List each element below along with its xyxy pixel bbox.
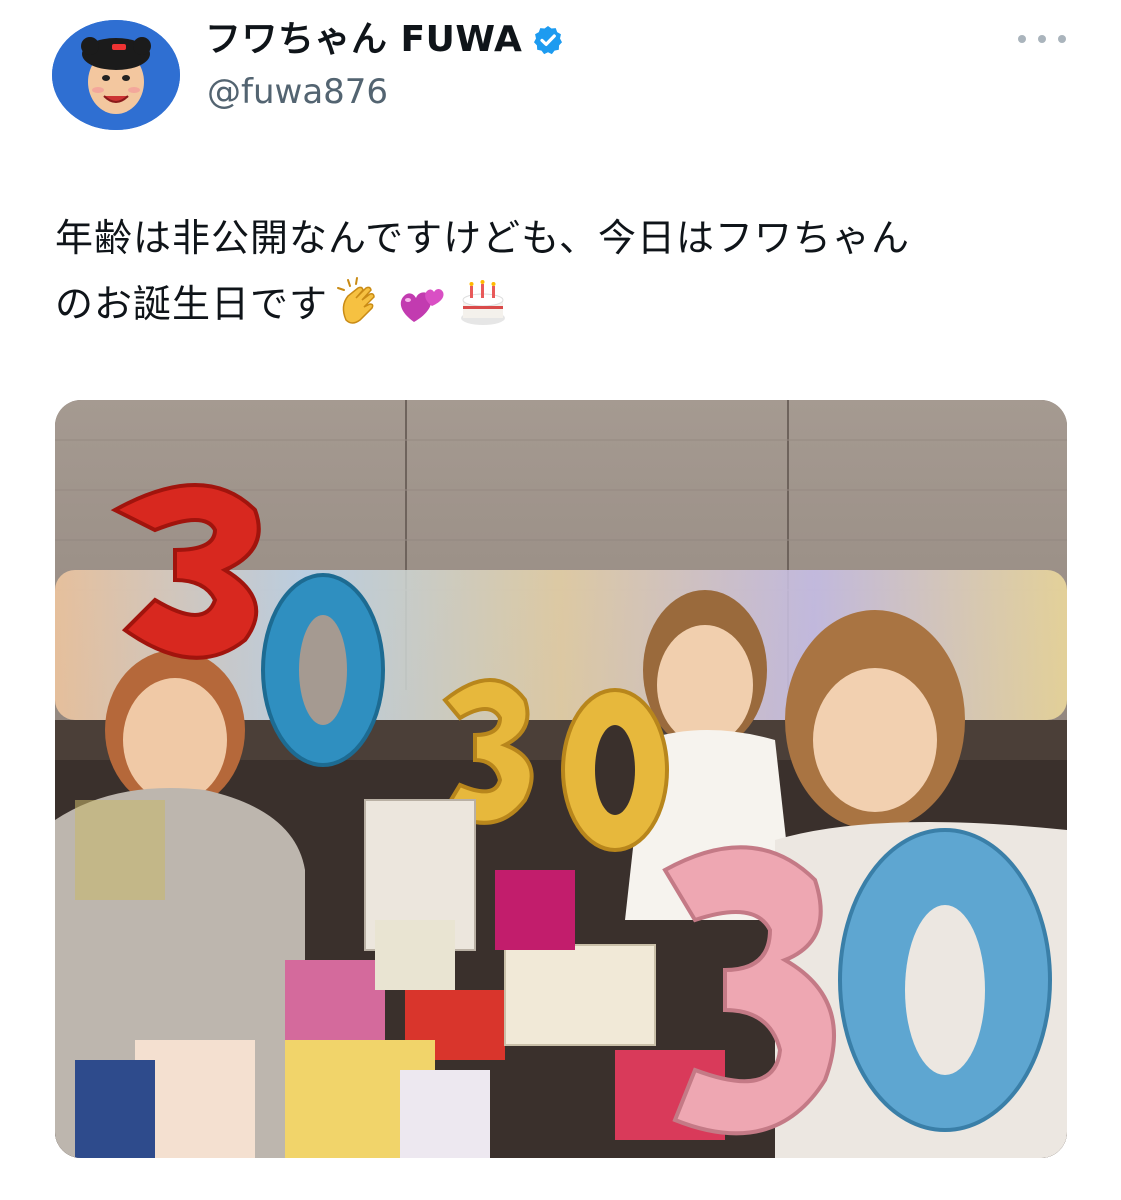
birthday-cake-icon: [456, 276, 510, 330]
more-dot: [1058, 35, 1066, 43]
tweet-text-line-2-text: のお誕生日です: [55, 282, 329, 326]
more-dot: [1038, 35, 1046, 43]
tweet-text: 年齢は非公開なんですけども、今日はフワちゃん のお誕生日です: [55, 205, 1075, 337]
author-name-row[interactable]: フワちゃん FUWA: [205, 18, 564, 62]
more-options-icon[interactable]: [1018, 24, 1066, 54]
tweet-card: フワちゃん FUWA @fuwa876 年齢は非公開なんですけども、今日はフワち…: [0, 0, 1121, 1200]
photo-illustration: [55, 400, 1067, 1158]
tweet-text-line-2: のお誕生日です: [55, 271, 1075, 337]
more-dot: [1018, 35, 1026, 43]
verified-badge-icon: [532, 24, 564, 56]
tweet-photo[interactable]: [55, 400, 1067, 1158]
clapping-hands-icon: [332, 276, 386, 330]
avatar[interactable]: [52, 20, 180, 130]
two-hearts-icon: [394, 276, 448, 330]
author-handle[interactable]: @fuwa876: [207, 70, 388, 114]
tweet-text-line-1: 年齢は非公開なんですけども、今日はフワちゃん: [55, 216, 910, 260]
avatar-face-icon: [52, 20, 180, 130]
display-name[interactable]: フワちゃん FUWA: [205, 18, 522, 62]
